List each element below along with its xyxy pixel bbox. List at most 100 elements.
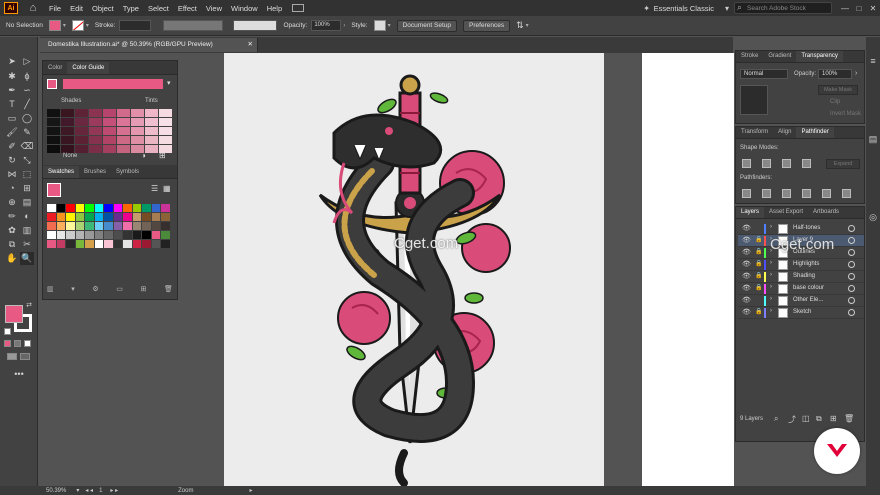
color-guide-cell[interactable] [47, 109, 60, 117]
swatch-cell[interactable] [66, 231, 75, 239]
color-guide-cell[interactable] [75, 145, 88, 153]
swatch-cell[interactable] [161, 240, 170, 248]
color-guide-cell[interactable] [145, 136, 158, 144]
save-group-icon[interactable]: ⊞ [159, 151, 166, 160]
layer-row[interactable]: 👁 🔒 › Sketch [738, 307, 864, 319]
swatch-cell[interactable] [113, 231, 122, 239]
swatch-cell[interactable] [113, 204, 122, 212]
chevron-down-icon[interactable]: ▾ [167, 79, 171, 87]
close-icon[interactable]: ✕ [866, 4, 880, 13]
eraser-tool-icon[interactable]: ⌫ [20, 140, 34, 153]
trim-icon[interactable] [762, 189, 771, 198]
swatch-cell[interactable] [85, 240, 94, 248]
swatch-cell[interactable] [56, 204, 65, 212]
swatch-cell[interactable] [123, 231, 132, 239]
locate-object-icon[interactable]: ⌕ [774, 414, 778, 424]
rectangle-tool-icon[interactable]: ▭ [5, 112, 19, 125]
color-guide-cell[interactable] [75, 127, 88, 135]
default-colors-icon[interactable] [4, 328, 11, 335]
color-guide-cell[interactable] [159, 136, 172, 144]
color-guide-cell[interactable] [131, 118, 144, 126]
new-sublayer-icon[interactable]: ⧉ [816, 414, 822, 424]
variable-width-profile[interactable] [163, 20, 224, 31]
invert-mask-checkbox[interactable]: Invert Mask [830, 111, 861, 117]
swatch-cell[interactable] [66, 240, 75, 248]
screen-mode-icon[interactable] [20, 353, 30, 360]
layer-row[interactable]: 👁 › Half-tones [738, 223, 864, 235]
target-icon[interactable] [848, 237, 855, 244]
discover-icon[interactable]: ✦ [640, 4, 654, 13]
chevron-down-icon[interactable]: ▾ [388, 22, 391, 29]
swatch-cell[interactable] [47, 204, 56, 212]
color-mode-icon[interactable] [4, 340, 11, 347]
swatch-cell[interactable] [113, 222, 122, 230]
document-tab[interactable]: Domestika Illustration.ai* @ 50.39% (RGB… [40, 38, 258, 52]
opacity-field[interactable]: 100% [311, 20, 342, 31]
color-guide-cell[interactable] [145, 127, 158, 135]
eye-icon[interactable]: 👁 [742, 236, 751, 244]
swatch-cell[interactable] [56, 213, 65, 221]
close-icon[interactable]: ✕ [248, 38, 253, 52]
menu-file[interactable]: File [49, 4, 61, 13]
swatch-cell[interactable] [104, 222, 113, 230]
color-guide-cell[interactable] [145, 118, 158, 126]
eye-icon[interactable]: 👁 [742, 260, 751, 268]
swatch-cell[interactable] [85, 222, 94, 230]
zoom-level[interactable]: 50.39% [46, 488, 66, 494]
home-icon[interactable]: ⌂ [26, 2, 40, 14]
layer-name[interactable]: Shading [793, 273, 815, 279]
make-mask-button[interactable]: Make Mask [818, 85, 858, 95]
chevron-right-icon[interactable]: ▸ [249, 487, 252, 494]
slice-tool-icon[interactable]: ✂ [20, 238, 34, 251]
blend-tool-icon[interactable]: ◐ [20, 210, 34, 223]
swatch-cell[interactable] [75, 213, 84, 221]
swatch-cell[interactable] [75, 222, 84, 230]
layer-name[interactable]: Half-tones [793, 225, 820, 231]
swatch-cell[interactable] [104, 204, 113, 212]
show-kinds-icon[interactable]: ▾ [71, 285, 75, 293]
divide-icon[interactable] [742, 189, 751, 198]
swatch-cell[interactable] [151, 222, 160, 230]
tab-asset-export[interactable]: Asset Export [764, 207, 808, 218]
type-tool-icon[interactable]: T [5, 98, 19, 111]
swatch-cell[interactable] [47, 222, 56, 230]
color-guide-cell[interactable] [47, 118, 60, 126]
chevron-down-icon[interactable]: ▾ [720, 4, 734, 13]
layer-row[interactable]: 👁 🔒 › base colour [738, 283, 864, 295]
artboard-tool-icon[interactable]: ⧉ [5, 238, 19, 251]
swatch-cell[interactable] [47, 240, 56, 248]
column-graph-tool-icon[interactable]: ▥ [20, 224, 34, 237]
swatch-cell[interactable] [151, 231, 160, 239]
merge-icon[interactable] [782, 189, 791, 198]
artboard-number[interactable]: 1 [99, 488, 102, 494]
swatch-cell[interactable] [104, 213, 113, 221]
eye-icon[interactable]: 👁 [742, 224, 751, 232]
chevron-right-icon[interactable]: › [770, 260, 772, 266]
swatches-grid[interactable] [47, 204, 170, 248]
swatch-cell[interactable] [161, 222, 170, 230]
color-guide-cell[interactable] [89, 118, 102, 126]
menu-effect[interactable]: Effect [178, 4, 197, 13]
swatch-cell[interactable] [123, 204, 132, 212]
swatch-cell[interactable] [75, 240, 84, 248]
fill-color-box[interactable] [5, 305, 23, 323]
document-setup-button[interactable]: Document Setup [396, 19, 458, 32]
stock-search-input[interactable]: Search Adobe Stock [734, 2, 832, 14]
swatch-cell[interactable] [113, 213, 122, 221]
eye-icon[interactable]: 👁 [742, 308, 751, 316]
lock-icon[interactable]: 🔒 [755, 248, 762, 255]
exclude-icon[interactable] [802, 159, 811, 168]
perspective-grid-tool-icon[interactable]: ⊞ [20, 182, 34, 195]
color-guide-cell[interactable] [47, 127, 60, 135]
chevron-right-icon[interactable]: › [770, 224, 772, 230]
color-guide-cell[interactable] [103, 118, 116, 126]
color-guide-cell[interactable] [145, 109, 158, 117]
tab-transform[interactable]: Transform [736, 127, 773, 138]
mesh-tool-icon[interactable]: ⊕ [5, 196, 19, 209]
target-icon[interactable] [848, 309, 855, 316]
ellipse-tool-icon[interactable]: ◯ [20, 112, 34, 125]
target-icon[interactable] [848, 285, 855, 292]
swatch-cell[interactable] [151, 204, 160, 212]
appearance-icon[interactable]: ◎ [866, 211, 880, 224]
width-tool-icon[interactable]: ⋈ [5, 168, 19, 181]
